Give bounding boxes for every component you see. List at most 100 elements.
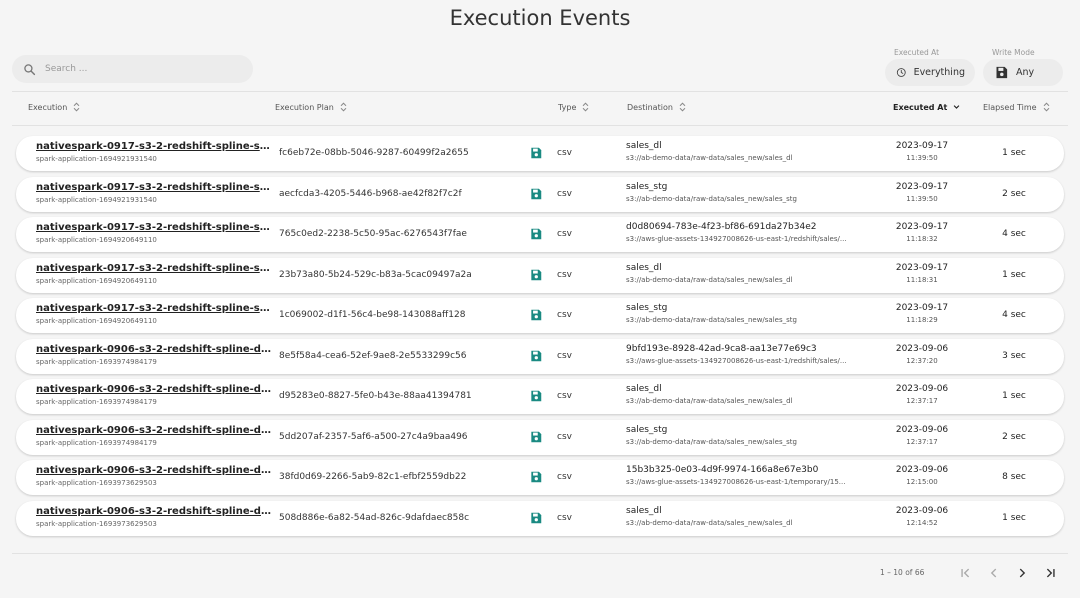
column-header-executed-at[interactable]: Executed At <box>893 102 960 112</box>
executed-at-filter-button[interactable]: Everything <box>885 59 975 86</box>
execution-name-link[interactable]: nativespark-0917-s3-2-redshift-spline-sp… <box>36 303 274 314</box>
table-row[interactable]: nativespark-0906-s3-2-redshift-spline-de… <box>16 460 1064 495</box>
table-row[interactable]: nativespark-0917-s3-2-redshift-spline-sp… <box>16 136 1064 171</box>
execution-name-link[interactable]: nativespark-0917-s3-2-redshift-spline-sp… <box>36 182 274 193</box>
execution-name-link[interactable]: nativespark-0906-s3-2-redshift-spline-de… <box>36 465 274 476</box>
column-header-executed-at-label: Executed At <box>893 102 948 112</box>
executed-at-cell: 2023-09-06 12:37:17 <box>881 425 963 446</box>
page-title: Execution Events <box>449 6 631 30</box>
executed-time: 11:39:50 <box>906 154 938 162</box>
execution-plan-id: 23b73a80-5b24-529c-b83a-5cac09497a2a <box>279 269 472 280</box>
execution-plan-id: 38fd0d69-2266-5ab9-82c1-efbf2559db22 <box>279 472 467 482</box>
destination-name: sales_dl <box>626 262 662 273</box>
column-header-execution-label: Execution <box>28 102 68 112</box>
execution-name-link[interactable]: nativespark-0906-s3-2-redshift-spline-de… <box>36 384 274 395</box>
table-row[interactable]: nativespark-0917-s3-2-redshift-spline-sp… <box>16 176 1064 212</box>
executed-date: 2023-09-06 <box>895 424 949 435</box>
prev-page-icon[interactable] <box>987 566 1001 580</box>
execution-name-link[interactable]: nativespark-0906-s3-2-redshift-spline-de… <box>36 344 274 355</box>
type-value: csv <box>557 350 572 361</box>
execution-cell: nativespark-0917-s3-2-redshift-spline-sp… <box>36 263 274 285</box>
write-mode-filter-button[interactable]: Any <box>983 59 1063 86</box>
executed-at-cell: 2023-09-17 11:18:32 <box>881 222 963 243</box>
execution-name-link[interactable]: nativespark-0906-s3-2-redshift-spline-de… <box>36 506 274 517</box>
column-header-destination-label: Destination <box>627 102 673 112</box>
column-header-execution[interactable]: Execution <box>28 102 80 112</box>
column-header-type-label: Type <box>558 102 577 112</box>
destination-path: s3://ab-demo-data/raw-data/sales_new/sal… <box>626 194 797 203</box>
type-value: csv <box>557 512 572 523</box>
execution-plan-id: 8e5f58a4-cea6-52ef-9ae8-2e5533299c56 <box>279 350 467 361</box>
table-row[interactable]: nativespark-0906-s3-2-redshift-spline-de… <box>16 379 1064 414</box>
search-input[interactable] <box>45 64 235 74</box>
execution-plan-id: 5dd207af-2357-5af6-a500-27c4a9baa496 <box>279 431 468 442</box>
destination-path: s3://ab-demo-data/raw-data/sales_new/sal… <box>626 316 797 324</box>
destination-path: s3://aws-glue-assets-134927008626-us-eas… <box>626 356 847 365</box>
type-value: csv <box>557 188 572 199</box>
table-row[interactable]: nativespark-0917-s3-2-redshift-spline-sp… <box>16 257 1064 293</box>
first-page-icon[interactable] <box>959 566 973 580</box>
executed-time: 11:18:31 <box>906 275 938 284</box>
elapsed-time: 1 sec <box>1002 269 1026 280</box>
table-row[interactable]: nativespark-0917-s3-2-redshift-spline-sp… <box>16 217 1064 252</box>
executed-at-filter-value: Everything <box>913 67 965 78</box>
executed-time: 12:15:00 <box>906 478 938 486</box>
destination-path: s3://ab-demo-data/raw-data/sales_new/sal… <box>626 154 793 162</box>
elapsed-time: 2 sec <box>1002 188 1026 199</box>
column-header-elapsed-time-label: Elapsed Time <box>983 102 1037 112</box>
column-header-execution-plan[interactable]: Execution Plan <box>275 102 347 112</box>
next-page-icon[interactable] <box>1015 566 1029 580</box>
destination-cell: sales_stg s3://ab-demo-data/raw-data/sale… <box>626 425 871 446</box>
save-icon <box>531 350 542 361</box>
save-icon <box>531 228 542 240</box>
execution-plan-id: fc6eb72e-08bb-5046-9287-60499f2a2655 <box>279 148 469 158</box>
execution-name-link[interactable]: nativespark-0917-s3-2-redshift-spline-sp… <box>36 222 274 233</box>
destination-cell: 9bfd193e-8928-42ad-9ca8-aa13e77e69c3 s3:/… <box>626 344 871 365</box>
save-icon <box>531 390 542 402</box>
column-header-destination[interactable]: Destination <box>627 102 686 112</box>
sort-icon <box>73 102 80 112</box>
save-icon <box>531 431 542 442</box>
destination-name: d0d80694-783e-4f23-bf86-691da27b34e2 <box>626 222 817 232</box>
save-icon <box>531 471 542 483</box>
elapsed-time: 1 sec <box>1002 391 1026 401</box>
column-header-type[interactable]: Type <box>558 102 589 112</box>
executed-time: 12:37:20 <box>906 356 938 365</box>
elapsed-time: 1 sec <box>1002 148 1026 158</box>
destination-cell: sales_dl s3://ab-demo-data/raw-data/sales… <box>626 141 871 162</box>
save-icon <box>531 188 542 199</box>
elapsed-time: 8 sec <box>1002 472 1026 482</box>
destination-name: sales_dl <box>626 384 662 394</box>
divider <box>12 91 1068 92</box>
table-row[interactable]: nativespark-0906-s3-2-redshift-spline-de… <box>16 500 1064 536</box>
table-row[interactable]: nativespark-0906-s3-2-redshift-spline-de… <box>16 338 1064 374</box>
write-mode-filter: Write Mode Any <box>983 48 1063 86</box>
column-header-elapsed-time[interactable]: Elapsed Time <box>983 102 1050 112</box>
executed-date: 2023-09-17 <box>895 181 949 192</box>
table-row[interactable]: nativespark-0917-s3-2-redshift-spline-sp… <box>16 298 1064 333</box>
executed-date: 2023-09-06 <box>895 343 949 354</box>
application-id: spark-application-1693974984179 <box>36 438 157 447</box>
execution-name-link[interactable]: nativespark-0906-s3-2-redshift-spline-de… <box>36 425 274 436</box>
execution-name-link[interactable]: nativespark-0917-s3-2-redshift-spline-sp… <box>36 141 274 152</box>
execution-name-link[interactable]: nativespark-0917-s3-2-redshift-spline-sp… <box>36 263 274 274</box>
execution-cell: nativespark-0906-s3-2-redshift-spline-de… <box>36 506 274 528</box>
executed-at-cell: 2023-09-17 11:39:50 <box>881 141 963 162</box>
destination-name: sales_stg <box>626 303 668 313</box>
type-value: csv <box>557 269 572 280</box>
type-value: csv <box>557 431 572 442</box>
save-icon <box>531 309 542 321</box>
table-row[interactable]: nativespark-0906-s3-2-redshift-spline-de… <box>16 419 1064 455</box>
execution-plan-id: 765c0ed2-2238-5c50-95ac-6276543f7fae <box>279 229 467 239</box>
application-id: spark-application-1693974984179 <box>36 357 157 366</box>
clock-icon <box>896 68 906 77</box>
last-page-icon[interactable] <box>1043 566 1057 580</box>
executed-time: 12:37:17 <box>906 437 938 446</box>
destination-name: sales_stg <box>626 181 668 192</box>
executed-at-filter: Executed At Everything <box>885 48 975 86</box>
divider <box>12 125 1068 126</box>
search-box[interactable] <box>12 55 253 83</box>
executed-time: 11:39:50 <box>906 194 938 203</box>
type-value: csv <box>557 391 572 401</box>
sort-icon <box>1043 102 1049 112</box>
